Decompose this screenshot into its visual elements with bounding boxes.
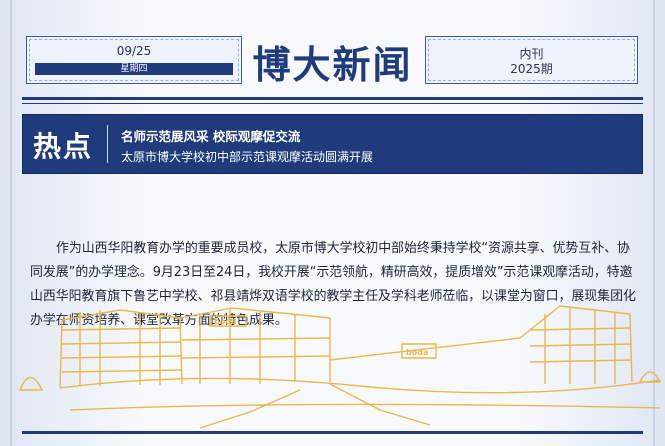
masthead-title: 博大新闻 [252,43,413,87]
issue-date: 09/25 [116,44,152,58]
campus-line-illustration: boda boda [19,305,661,429]
date-box: 09/25 星期四 [26,36,242,84]
issue-number: 2025期 [510,62,553,76]
issue-label: 内刊 [519,47,544,61]
weekday-label: 星期四 [35,63,233,75]
building-sign-left: boda [214,317,236,326]
headline: 名师示范展风采 校际观摩促交流 [121,129,301,144]
banner-divider [107,125,108,163]
center-building [179,307,331,382]
left-building [59,309,183,389]
footer-rule [22,431,643,434]
issue-box: 内刊 2025期 [425,36,638,84]
hot-news-banner: 热点 名师示范展风采 校际观摩促交流 太原市博大学校初中部示范课观摩活动圆满开展 [22,114,643,174]
sub-headline: 太原市博大学校初中部示范课观摩活动圆满开展 [121,150,374,164]
hot-label: 热点 [33,130,94,163]
right-building [329,305,633,383]
header-rule-thin [22,103,643,104]
ground-line [69,403,661,411]
header-rule-thick [22,97,643,100]
building-sign-right: boda [406,348,428,357]
